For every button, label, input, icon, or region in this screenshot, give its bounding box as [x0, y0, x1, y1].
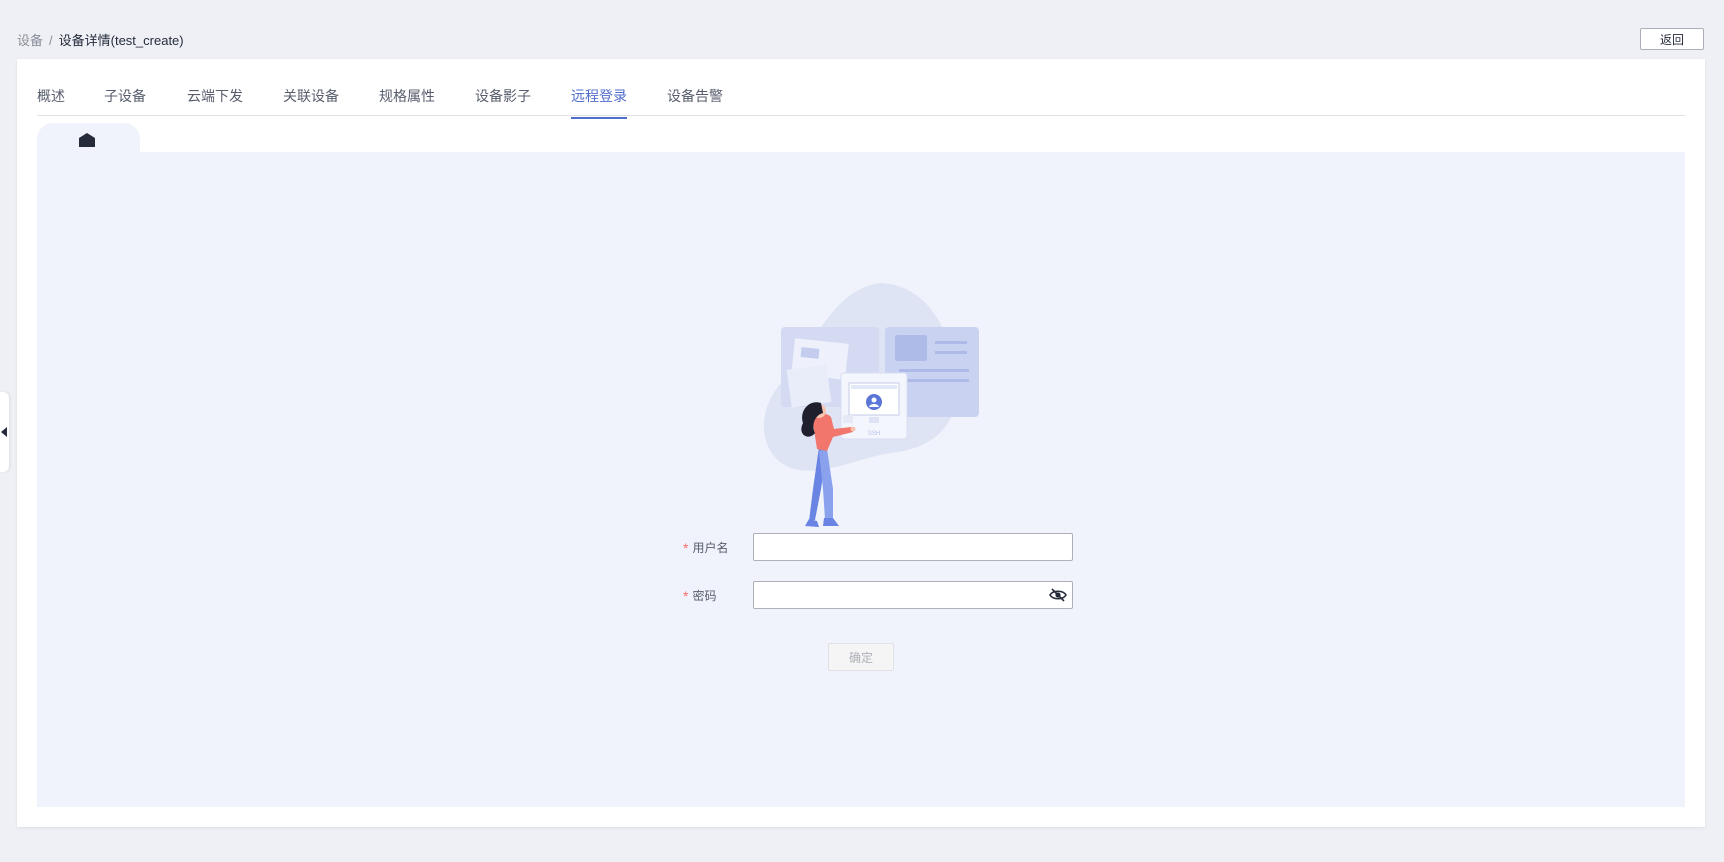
device-detail-card: 概述 子设备 云端下发 关联设备 规格属性 设备影子 远程登录 设备告警 SSH… — [17, 59, 1705, 827]
username-label-text: 用户名 — [692, 541, 729, 555]
username-required-mark: * — [683, 539, 689, 556]
illustration-ssh-label: SSH — [868, 431, 880, 437]
remote-login-illustration: SSH — [763, 283, 979, 527]
tab-spec-properties[interactable]: 规格属性 — [379, 86, 435, 117]
home-icon — [79, 133, 95, 147]
tab-overview[interactable]: 概述 — [37, 86, 65, 117]
breadcrumb-device-link[interactable]: 设备 — [17, 33, 43, 48]
tab-bar: 概述 子设备 云端下发 关联设备 规格属性 设备影子 远程登录 设备告警 — [37, 59, 1685, 119]
tab-remote-login[interactable]: 远程登录 — [571, 86, 627, 119]
tab-cloud-delivery[interactable]: 云端下发 — [187, 86, 243, 117]
password-label: * 密码 — [665, 587, 753, 604]
password-input[interactable] — [753, 581, 1073, 609]
remote-login-panel: SSH * 用户名 * 密码 — [37, 152, 1685, 807]
password-required-mark: * — [683, 587, 689, 604]
breadcrumb: 设备 / 设备详情(test_create) — [17, 30, 184, 49]
username-label: * 用户名 — [665, 539, 753, 556]
caret-left-icon — [1, 427, 7, 437]
password-label-text: 密码 — [692, 589, 717, 603]
eye-off-icon[interactable] — [1049, 588, 1067, 602]
back-button[interactable]: 返回 — [1640, 28, 1704, 50]
breadcrumb-current: 设备详情(test_create) — [58, 33, 184, 48]
sidebar-toggle[interactable] — [0, 392, 9, 472]
confirm-button[interactable]: 确定 — [828, 643, 894, 671]
tab-sub-devices[interactable]: 子设备 — [104, 86, 146, 117]
username-input[interactable] — [753, 533, 1073, 561]
tab-related-devices[interactable]: 关联设备 — [283, 86, 339, 117]
breadcrumb-separator: / — [49, 33, 53, 48]
tab-device-alarms[interactable]: 设备告警 — [667, 86, 723, 117]
tab-device-shadow[interactable]: 设备影子 — [475, 86, 531, 117]
terminal-session-tab[interactable] — [37, 123, 140, 152]
